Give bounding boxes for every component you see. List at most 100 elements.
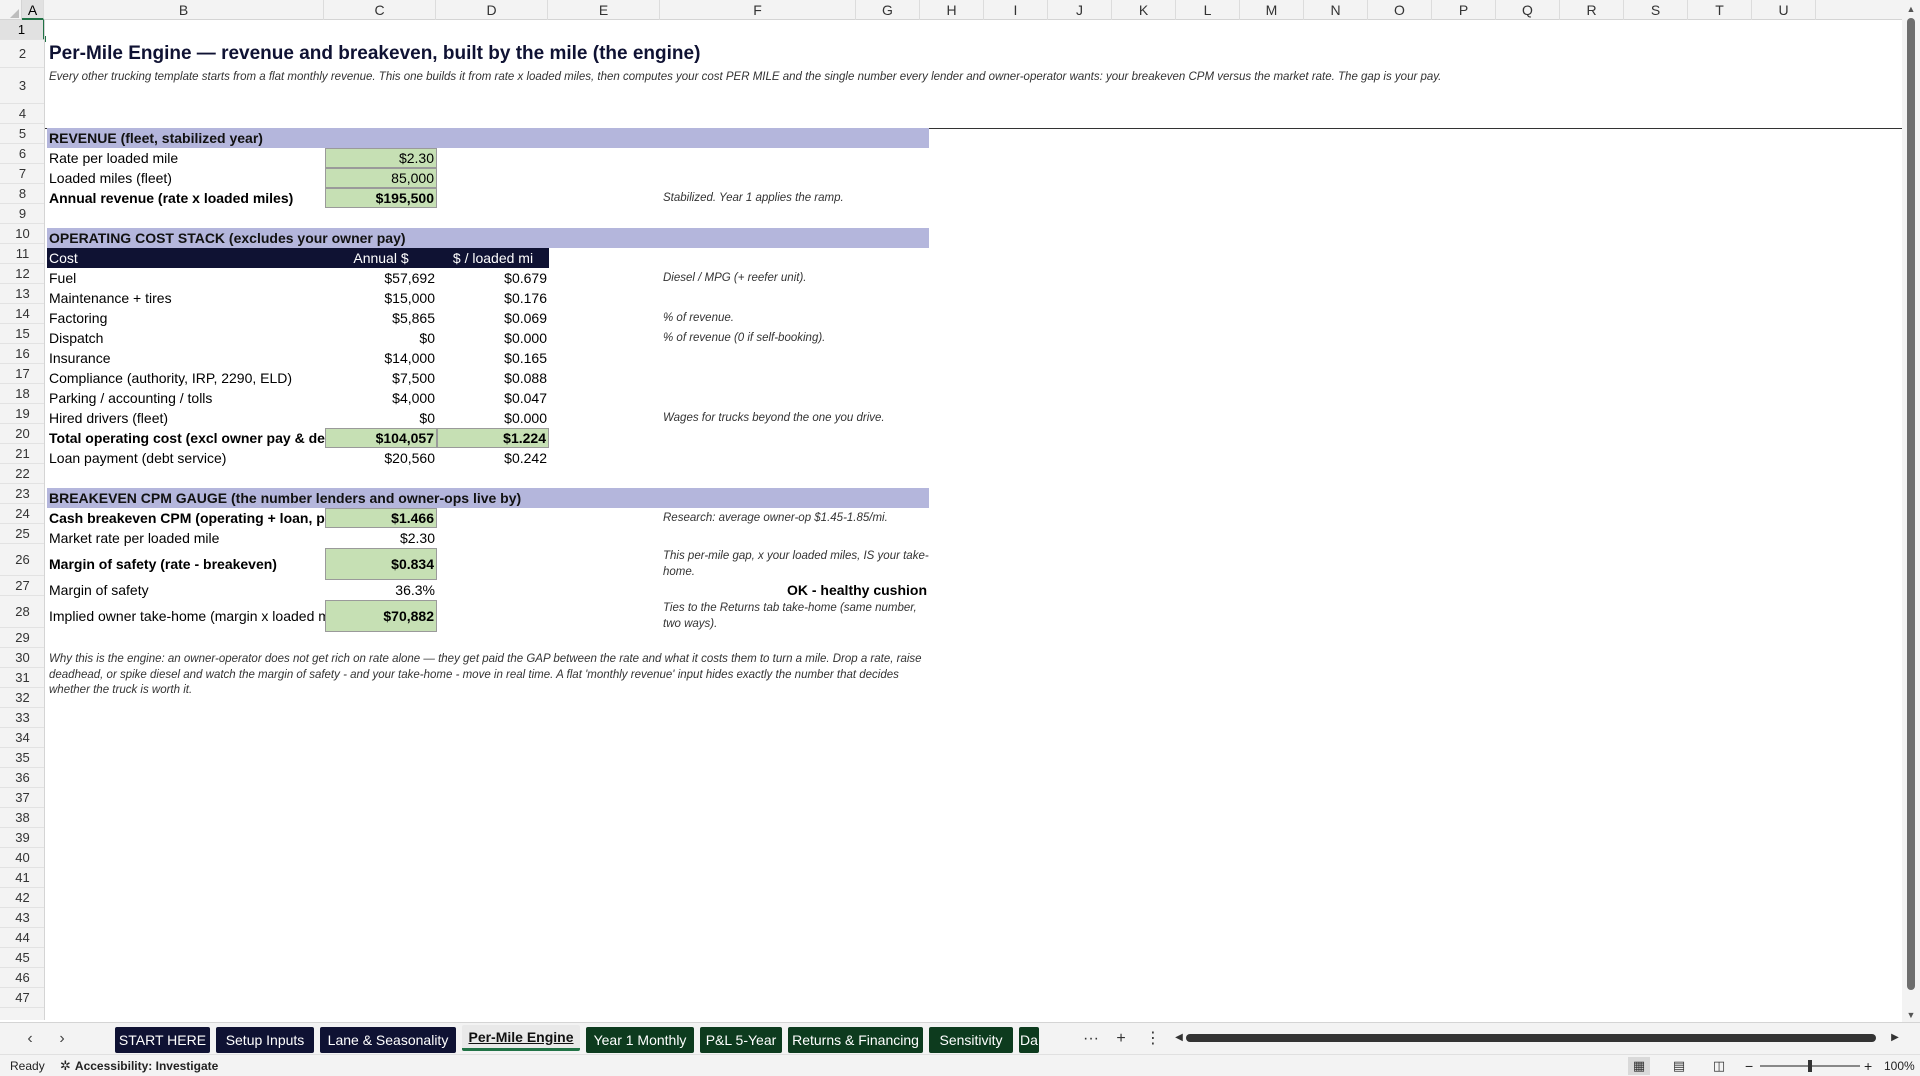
row-header[interactable]: 18 — [0, 384, 44, 404]
zoom-level[interactable]: 100% — [1884, 1055, 1915, 1076]
scroll-left-icon[interactable]: ◀ — [1172, 1031, 1186, 1045]
row-header[interactable]: 35 — [0, 748, 44, 768]
sheet-tab[interactable]: START HERE — [115, 1027, 210, 1053]
row-header[interactable]: 32 — [0, 688, 44, 708]
row-header[interactable]: 39 — [0, 828, 44, 848]
cost-row-per-mile[interactable]: $0.165 — [437, 348, 549, 368]
page-break-preview-icon[interactable]: ◫ — [1708, 1057, 1730, 1075]
cost-row-annual[interactable]: $4,000 — [325, 388, 437, 408]
column-header[interactable]: E — [548, 0, 660, 20]
cash-breakeven-value[interactable]: $1.466 — [325, 508, 437, 528]
scroll-right-icon[interactable]: ▶ — [1888, 1031, 1902, 1045]
row-header[interactable]: 42 — [0, 888, 44, 908]
row-header[interactable]: 46 — [0, 968, 44, 988]
column-header[interactable]: N — [1304, 0, 1368, 20]
row-header[interactable]: 36 — [0, 768, 44, 788]
cost-row-annual[interactable]: $15,000 — [325, 288, 437, 308]
row-header[interactable]: 31 — [0, 668, 44, 688]
row-header[interactable]: 3 — [0, 68, 44, 104]
column-header[interactable]: U — [1752, 0, 1816, 20]
sheet-tab[interactable]: P&L 5-Year — [700, 1027, 782, 1053]
sheet-tab[interactable]: Returns & Financing — [788, 1027, 923, 1053]
zoom-out-button[interactable]: − — [1745, 1055, 1753, 1076]
loan-annual[interactable]: $20,560 — [325, 448, 437, 468]
row-header[interactable]: 16 — [0, 344, 44, 364]
margin-value[interactable]: $0.834 — [325, 548, 437, 580]
row-header[interactable]: 28 — [0, 596, 44, 628]
column-header[interactable]: L — [1176, 0, 1240, 20]
sheet-tab[interactable]: Per-Mile Engine — [462, 1025, 580, 1051]
row-header[interactable]: 44 — [0, 928, 44, 948]
column-header[interactable]: C — [324, 0, 436, 20]
row-header[interactable]: 4 — [0, 104, 44, 124]
column-header[interactable]: M — [1240, 0, 1304, 20]
column-header[interactable]: I — [984, 0, 1048, 20]
cost-row-per-mile[interactable]: $0.000 — [437, 408, 549, 428]
row-header[interactable]: 10 — [0, 224, 44, 244]
row-header[interactable]: 38 — [0, 808, 44, 828]
row-header[interactable]: 43 — [0, 908, 44, 928]
loan-per-mile[interactable]: $0.242 — [437, 448, 549, 468]
column-header[interactable]: P — [1432, 0, 1496, 20]
row-header[interactable]: 41 — [0, 868, 44, 888]
column-header[interactable]: A — [22, 0, 44, 20]
row-header[interactable]: 29 — [0, 628, 44, 648]
column-header[interactable]: H — [920, 0, 984, 20]
select-all-corner[interactable] — [0, 0, 22, 20]
sheet-tab[interactable]: Sensitivity — [929, 1027, 1013, 1053]
row-header[interactable]: 45 — [0, 948, 44, 968]
row-header[interactable]: 47 — [0, 988, 44, 1008]
more-tabs-icon[interactable]: ··· — [1080, 1029, 1102, 1049]
column-header[interactable]: F — [660, 0, 856, 20]
row-header[interactable]: 21 — [0, 444, 44, 464]
scroll-down-icon[interactable]: ▼ — [1902, 1008, 1920, 1022]
column-header[interactable]: O — [1368, 0, 1432, 20]
zoom-slider-knob[interactable] — [1808, 1060, 1812, 1072]
horizontal-scrollbar[interactable]: ◀ ▶ — [1172, 1031, 1902, 1045]
prev-sheet-icon[interactable]: ‹ — [20, 1029, 40, 1049]
row-header[interactable]: 5 — [0, 124, 44, 144]
row-header[interactable]: 20 — [0, 424, 44, 444]
row-header[interactable]: 14 — [0, 304, 44, 324]
cost-row-annual[interactable]: $57,692 — [325, 268, 437, 288]
sheet-tab[interactable]: Year 1 Monthly — [586, 1027, 694, 1053]
vertical-scroll-thumb[interactable] — [1907, 18, 1915, 990]
row-header[interactable]: 9 — [0, 204, 44, 224]
column-header[interactable]: T — [1688, 0, 1752, 20]
row-header[interactable]: 12 — [0, 264, 44, 284]
row-header[interactable]: 33 — [0, 708, 44, 728]
total-cost-per-mile[interactable]: $1.224 — [437, 428, 549, 448]
row-header[interactable]: 13 — [0, 284, 44, 304]
zoom-slider[interactable] — [1760, 1060, 1860, 1072]
row-header[interactable]: 40 — [0, 848, 44, 868]
column-header[interactable]: S — [1624, 0, 1688, 20]
row-header[interactable]: 17 — [0, 364, 44, 384]
row-header[interactable]: 19 — [0, 404, 44, 424]
cost-row-per-mile[interactable]: $0.176 — [437, 288, 549, 308]
cost-row-per-mile[interactable]: $0.679 — [437, 268, 549, 288]
page-layout-icon[interactable]: ▤ — [1668, 1057, 1690, 1075]
tab-options-icon[interactable]: ⋮ — [1144, 1029, 1162, 1049]
row-header[interactable]: 30 — [0, 648, 44, 668]
worksheet-grid[interactable]: Per-Mile Engine — revenue and breakeven,… — [45, 20, 1902, 1020]
row-header[interactable]: 25 — [0, 524, 44, 544]
normal-view-icon[interactable]: ▦ — [1628, 1057, 1650, 1075]
row-header[interactable]: 22 — [0, 464, 44, 484]
takehome-value[interactable]: $70,882 — [325, 600, 437, 632]
cost-row-annual[interactable]: $7,500 — [325, 368, 437, 388]
row-header[interactable]: 1 — [0, 20, 44, 40]
horizontal-scroll-thumb[interactable] — [1186, 1034, 1876, 1042]
sheet-tab[interactable]: Da — [1019, 1027, 1039, 1053]
cost-row-per-mile[interactable]: $0.069 — [437, 308, 549, 328]
margin-pct-value[interactable]: 36.3% — [325, 580, 437, 600]
sheet-tab[interactable]: Lane & Seasonality — [320, 1027, 456, 1053]
row-header[interactable]: 24 — [0, 504, 44, 524]
column-header[interactable]: D — [436, 0, 548, 20]
column-header[interactable]: Q — [1496, 0, 1560, 20]
row-header[interactable]: 34 — [0, 728, 44, 748]
cost-row-per-mile[interactable]: $0.000 — [437, 328, 549, 348]
row-header[interactable]: 2 — [0, 40, 44, 68]
row-header[interactable]: 8 — [0, 184, 44, 204]
column-header[interactable]: K — [1112, 0, 1176, 20]
scroll-up-icon[interactable]: ▲ — [1902, 2, 1920, 16]
